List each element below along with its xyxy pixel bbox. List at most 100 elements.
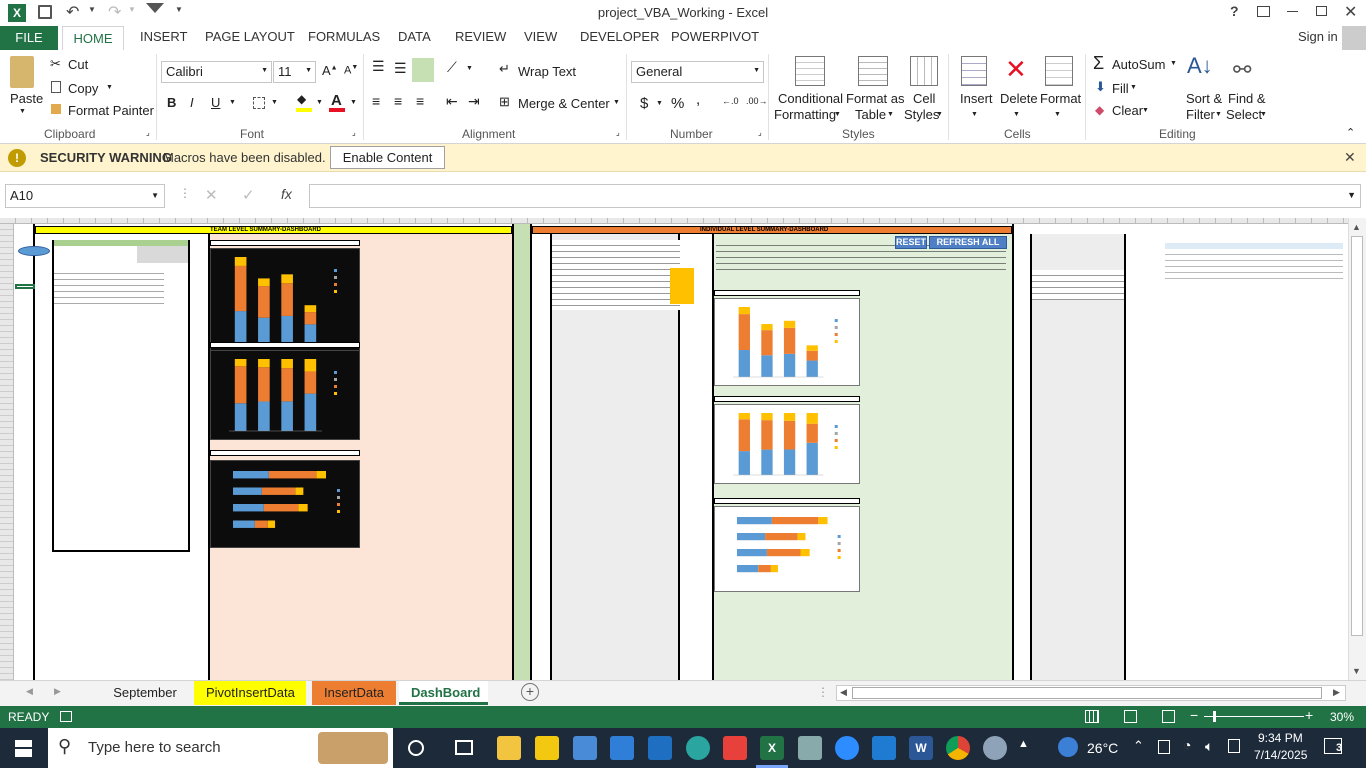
- delete-cells-button[interactable]: Delete: [1000, 91, 1038, 106]
- delete-dropdown-icon[interactable]: ▼: [1013, 111, 1020, 118]
- conditional-formatting-icon[interactable]: [795, 56, 825, 86]
- hscroll-right-icon[interactable]: ▶: [1333, 687, 1340, 698]
- format-as-table-icon[interactable]: [858, 56, 888, 86]
- format-table-dropdown-icon[interactable]: ▼: [887, 111, 894, 118]
- italic-button[interactable]: I: [190, 95, 194, 110]
- insert-function-icon[interactable]: fx: [281, 186, 292, 202]
- vscode-icon[interactable]: [872, 736, 896, 760]
- team-bar-chart[interactable]: [210, 460, 360, 548]
- cell-styles-dropdown-icon[interactable]: ▼: [936, 111, 943, 118]
- font-color-dropdown-icon[interactable]: ▼: [350, 99, 357, 106]
- insert-cells-button[interactable]: Insert: [960, 91, 993, 106]
- percent-button[interactable]: %: [671, 95, 684, 112]
- clock-date[interactable]: 7/14/2025: [1254, 748, 1307, 762]
- tab-scroll-right-icon[interactable]: ▶: [54, 686, 61, 697]
- save-icon[interactable]: [38, 5, 52, 19]
- tab-page-layout[interactable]: PAGE LAYOUT: [205, 29, 295, 44]
- settings-tool-icon[interactable]: [983, 736, 1007, 760]
- avatar[interactable]: [1342, 26, 1366, 50]
- reset-button[interactable]: RESET: [895, 236, 927, 249]
- zoom-in-icon[interactable]: +: [1305, 707, 1313, 723]
- tab-home[interactable]: HOME: [62, 26, 124, 51]
- page-break-view-icon[interactable]: [1162, 710, 1175, 723]
- underline-dropdown-icon[interactable]: ▼: [229, 99, 236, 106]
- zoom-out-icon[interactable]: −: [1190, 707, 1198, 723]
- qat-customize-icon[interactable]: ▼: [175, 5, 183, 14]
- wifi-icon[interactable]: ◔: [1183, 737, 1191, 753]
- close-warning-icon[interactable]: ✕: [1344, 149, 1356, 166]
- eraser-icon[interactable]: ◆: [1095, 103, 1104, 117]
- format-cells-icon[interactable]: [1045, 56, 1073, 86]
- name-box[interactable]: A10 ▼: [5, 184, 165, 208]
- macro-record-icon[interactable]: [60, 711, 72, 722]
- ribbon-display-icon[interactable]: [1257, 6, 1270, 17]
- sheet-tab-dashboard[interactable]: DashBoard: [399, 681, 488, 705]
- conditional-formatting-button[interactable]: Conditional: [778, 91, 843, 106]
- alignment-launcher-icon[interactable]: ⌟: [616, 128, 620, 137]
- individual-stacked-column-chart[interactable]: [714, 298, 860, 386]
- sort-dropdown-icon[interactable]: ▼: [1215, 111, 1222, 118]
- sort-filter-button[interactable]: Sort &: [1186, 91, 1222, 106]
- tray-overflow-icon[interactable]: ▲: [1018, 738, 1029, 750]
- paste-dropdown-icon[interactable]: ▼: [19, 108, 26, 115]
- format-as-table-button[interactable]: Format as: [846, 91, 905, 106]
- insert-dropdown-icon[interactable]: ▼: [971, 111, 978, 118]
- cut-icon[interactable]: ✂: [50, 56, 61, 72]
- merge-center-button[interactable]: Merge & Center: [518, 96, 610, 111]
- windows-start-icon[interactable]: [15, 740, 32, 757]
- orientation-icon[interactable]: ⟋: [447, 59, 457, 76]
- taskbar-search-box[interactable]: ⚲ Type here to search: [48, 728, 393, 768]
- active-cell[interactable]: [15, 284, 35, 289]
- undo-dropdown-icon[interactable]: ▼: [88, 5, 96, 14]
- tab-powerpivot[interactable]: POWERPIVOT: [671, 29, 759, 44]
- align-center-icon[interactable]: ≡: [394, 93, 402, 109]
- tab-scroll-left-icon[interactable]: ◀: [26, 686, 33, 697]
- decrease-decimal-icon[interactable]: .00→: [746, 96, 768, 106]
- file-explorer-icon[interactable]: [497, 736, 521, 760]
- increase-decimal-icon[interactable]: ←.0: [722, 96, 739, 106]
- clock-time[interactable]: 9:34 PM: [1258, 731, 1303, 745]
- align-bottom-icon[interactable]: [412, 58, 434, 82]
- find-dropdown-icon[interactable]: ▼: [1260, 111, 1267, 118]
- expand-formula-icon[interactable]: ▼: [1347, 190, 1356, 200]
- zoom-slider[interactable]: [1204, 716, 1304, 717]
- close-icon[interactable]: ✕: [1344, 2, 1357, 22]
- page-layout-view-icon[interactable]: [1124, 710, 1137, 723]
- borders-icon[interactable]: [253, 97, 265, 109]
- number-launcher-icon[interactable]: ⌟: [758, 128, 762, 137]
- fill-color-dropdown-icon[interactable]: ▼: [316, 99, 323, 106]
- virtual-machine-icon[interactable]: [798, 736, 822, 760]
- copy-button[interactable]: Copy: [68, 81, 98, 96]
- cell-styles-icon[interactable]: [910, 56, 938, 86]
- currency-dropdown-icon[interactable]: ▼: [656, 100, 663, 107]
- cell-styles-button[interactable]: Cell: [913, 91, 935, 106]
- align-left-icon[interactable]: ≡: [372, 93, 380, 109]
- clear-dropdown-icon[interactable]: ▼: [1142, 107, 1149, 114]
- paste-button[interactable]: Paste: [10, 91, 43, 106]
- fill-button[interactable]: Fill: [1112, 81, 1129, 96]
- autosum-icon[interactable]: Σ: [1093, 53, 1104, 74]
- sign-in-link[interactable]: Sign in: [1298, 29, 1338, 44]
- individual-percent-column-chart[interactable]: [714, 404, 860, 484]
- confirm-edit-icon[interactable]: ✓: [242, 186, 255, 204]
- weather-temp[interactable]: 26°C: [1087, 740, 1118, 756]
- copy-icon[interactable]: [51, 81, 61, 93]
- tab-file[interactable]: FILE: [0, 26, 58, 50]
- volume-icon[interactable]: 🔈︎: [1205, 738, 1213, 755]
- copy-dropdown-icon[interactable]: ▼: [106, 84, 113, 91]
- cortana-icon[interactable]: [408, 740, 424, 756]
- formula-bar-grip-icon[interactable]: ⋮: [179, 186, 191, 200]
- format-cells-button[interactable]: Format: [1040, 91, 1081, 106]
- enable-content-button[interactable]: Enable Content: [330, 146, 445, 169]
- fill-dropdown-icon[interactable]: ▼: [1130, 84, 1137, 91]
- add-sheet-icon[interactable]: +: [521, 683, 539, 701]
- redo-icon[interactable]: ↷: [108, 2, 121, 22]
- undo-icon[interactable]: ↶: [66, 2, 79, 22]
- conditional-dropdown-icon[interactable]: ▼: [834, 111, 841, 118]
- format-painter-icon[interactable]: [51, 104, 61, 114]
- help-icon[interactable]: ?: [1230, 3, 1239, 19]
- tab-developer[interactable]: DEVELOPER: [580, 29, 659, 44]
- word-icon[interactable]: W: [909, 736, 933, 760]
- underline-button[interactable]: U: [211, 95, 220, 110]
- wrap-text-icon[interactable]: ↵: [499, 61, 510, 77]
